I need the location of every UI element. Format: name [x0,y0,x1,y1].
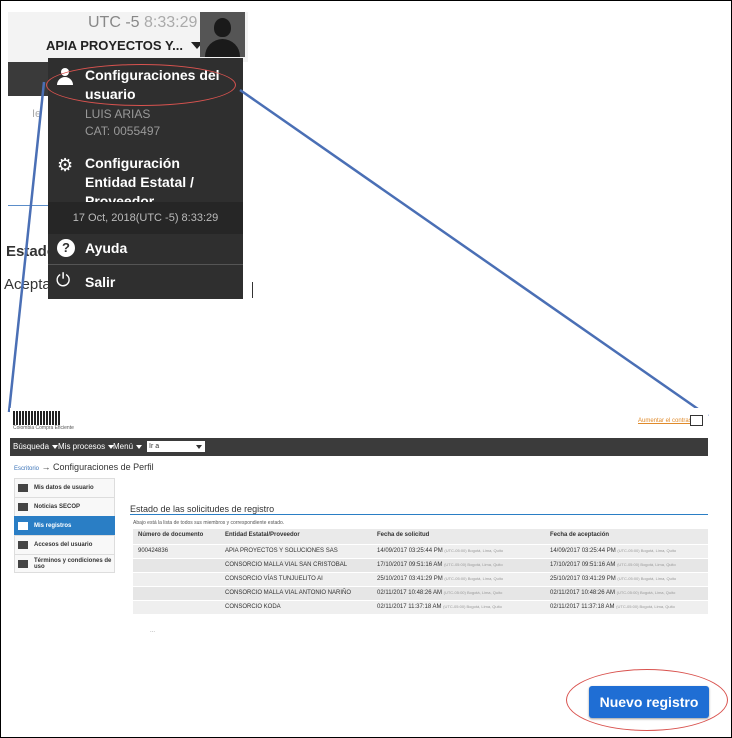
column-header-entity: Entidad Estatal/Proveedor [225,532,300,538]
cell-requested: 02/11/2017 11:37:18 AM (UTC-05:00) Bogot… [377,604,502,610]
contrast-link[interactable]: Aumentar el contraste [638,418,697,424]
nav-search-label: Búsqueda [13,442,50,451]
users-icon [18,522,28,530]
cell-accepted-date: 02/11/2017 11:37:18 AM [550,604,615,610]
table-header-row: Número de documento Entidad Estatal/Prov… [133,529,708,545]
timezone-note: (UTC-05:00) Bogotá, Lima, Quito [443,590,503,595]
nav-menu[interactable]: Menú [113,442,143,451]
cell-accepted: 02/11/2017 11:37:18 AM (UTC-05:00) Bogot… [550,604,675,610]
sidebar-item-label: Mis datos de usuario [34,485,94,491]
cell-entity: CONSORCIO MALLA VIAL SAN CRISTOBAL [225,562,348,568]
cell-accepted-date: 17/10/2017 09:51:16 AM [550,562,616,568]
main-nav: Búsqueda Mis procesos Menú Ir a [10,438,708,456]
logo-text: Colombia Compra Eficiente [13,425,74,431]
chevron-down-icon [136,444,143,449]
breadcrumb-current: Configuraciones de Perfil [53,462,154,472]
sidebar-item-terms[interactable]: Términos y condiciones de uso [14,554,115,573]
nav-search[interactable]: Búsqueda [13,442,59,451]
cell-requested: 02/11/2017 10:48:26 AM (UTC-05:00) Bogot… [377,590,502,596]
sidebar-item-label: Mis registros [34,523,72,529]
goto-select-value: Ir a [149,443,160,450]
cell-accepted-date: 25/10/2017 03:41:29 PM [550,576,616,582]
cell-requested-date: 17/10/2017 09:51:16 AM [377,562,443,568]
sidebar-item-news[interactable]: Noticias SECOP [14,497,115,516]
sidebar-item-label: Accesos del usuario [34,542,93,548]
sidebar-item-label: Términos y condiciones de uso [34,557,112,570]
cell-requested: 14/09/2017 03:25:44 PM (UTC-05:00) Bogot… [377,548,503,554]
table-tail: ... [150,628,156,634]
cell-entity: CONSORCIO MALLA VIAL ANTONIO NARIÑO [225,590,352,596]
table-row[interactable]: CONSORCIO KODA 02/11/2017 11:37:18 AM (U… [133,601,708,615]
megaphone-icon [18,503,28,511]
breadcrumb: Escritorio → Configuraciones de Perfil [14,462,154,472]
breadcrumb-arrow: → [41,462,51,472]
cell-requested-date: 14/09/2017 03:25:44 PM [377,548,443,554]
table-row[interactable]: CONSORCIO MALLA VIAL SAN CRISTOBAL 17/10… [133,559,708,573]
cell-accepted-date: 02/11/2017 10:48:26 AM [550,590,615,596]
connector-right [239,88,709,418]
document-icon [18,559,28,568]
app-top-strip: Colombia Compra Eficiente Aumentar el co… [10,408,708,436]
section-divider [130,514,708,515]
timezone-note: (UTC-05:00) Bogotá, Lima, Quito [443,604,502,609]
column-header-accepted: Fecha de aceptación [550,532,610,538]
cell-requested-date: 25/10/2017 03:41:29 PM [377,576,443,582]
section-subtitle: Abajo está la lista de todos sus miembro… [133,520,285,526]
table-row[interactable]: CONSORCIO MALLA VIAL ANTONIO NARIÑO 02/1… [133,587,708,601]
connector-left [7,81,46,413]
profile-settings-screen: Colombia Compra Eficiente Aumentar el co… [10,408,708,653]
logo: Colombia Compra Eficiente [13,411,74,431]
cell-accepted: 02/11/2017 10:48:26 AM (UTC-05:00) Bogot… [550,590,675,596]
nav-menu-label: Menú [113,442,134,451]
profile-sidebar: Mis datos de usuario Noticias SECOP Mis … [14,478,115,573]
chevron-down-icon [196,445,202,449]
cell-requested-date: 02/11/2017 10:48:26 AM [377,590,442,596]
timezone-note: (UTC-05:00) Bogotá, Lima, Quito [444,576,504,581]
registrations-table: Número de documento Entidad Estatal/Prov… [133,529,708,615]
sidebar-item-user-data[interactable]: Mis datos de usuario [14,478,115,497]
timezone-note: (UTC-05:00) Bogotá, Lima, Quito [616,604,675,609]
cell-document: 900424836 [138,548,169,554]
timezone-note: (UTC-05:00) Bogotá, Lima, Quito [444,562,503,567]
sidebar-item-registrations[interactable]: Mis registros [14,516,115,535]
column-header-requested: Fecha de solicitud [377,532,430,538]
highlight-ellipse-new-button [566,669,728,731]
cell-requested: 25/10/2017 03:41:29 PM (UTC-05:00) Bogot… [377,576,503,582]
timezone-note: (UTC-05:00) Bogotá, Lima, Quito [617,562,676,567]
cell-requested: 17/10/2017 09:51:16 AM (UTC-05:00) Bogot… [377,562,503,568]
table-row[interactable]: 900424836 APIA PROYECTOS Y SOLUCIONES SA… [133,545,708,559]
timezone-note: (UTC-05:00) Bogotá, Lima, Quito [616,590,676,595]
timezone-note: (UTC-05:00) Bogotá, Lima, Quito [617,548,677,553]
nav-my-processes[interactable]: Mis procesos [58,442,115,451]
column-header-document: Número de documento [138,532,204,538]
cell-accepted: 17/10/2017 09:51:16 AM (UTC-05:00) Bogot… [550,562,676,568]
cell-accepted-date: 14/09/2017 03:25:44 PM [550,548,616,554]
envelope-icon[interactable] [690,415,703,426]
cell-entity: APIA PROYECTOS Y SOLUCIONES SAS [225,548,338,554]
cell-entity: CONSORCIO KODA [225,604,281,610]
cell-accepted: 25/10/2017 03:41:29 PM (UTC-05:00) Bogot… [550,576,676,582]
cell-entity: CONSORCIO VÍAS TUNJUELITO AI [225,576,323,582]
sidebar-item-access[interactable]: Accesos del usuario [14,535,115,554]
key-icon [18,541,28,549]
cell-accepted: 14/09/2017 03:25:44 PM (UTC-05:00) Bogot… [550,548,676,554]
timezone-note: (UTC-05:00) Bogotá, Lima, Quito [617,576,677,581]
breadcrumb-home[interactable]: Escritorio [14,466,39,472]
section-title: Estado de las solicitudes de registro [130,504,275,514]
id-card-icon [18,484,28,492]
table-row[interactable]: CONSORCIO VÍAS TUNJUELITO AI 25/10/2017 … [133,573,708,587]
sidebar-item-label: Noticias SECOP [34,504,81,510]
logo-barcode-icon [13,411,61,425]
nav-processes-label: Mis procesos [58,442,106,451]
cell-requested-date: 02/11/2017 11:37:18 AM [377,604,442,610]
timezone-note: (UTC-05:00) Bogotá, Lima, Quito [444,548,504,553]
goto-select[interactable]: Ir a [147,441,205,452]
